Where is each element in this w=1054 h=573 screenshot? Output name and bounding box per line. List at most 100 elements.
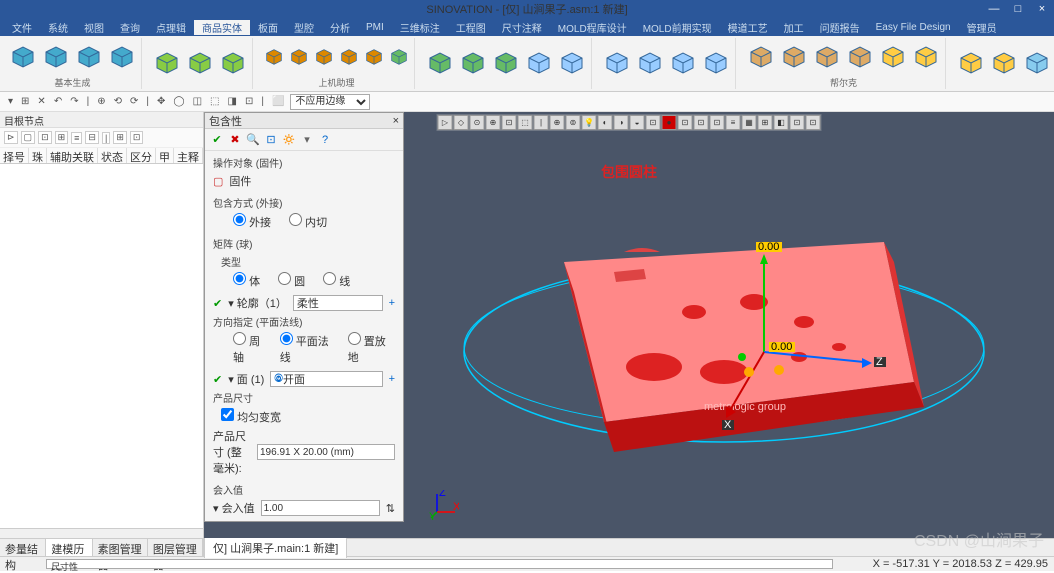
vp-tb-18[interactable]: ≡ [726,115,741,130]
vp-tb-14[interactable]: ● [662,115,677,130]
ribbon-btn-3-0[interactable] [425,48,455,78]
tb2-btn-9[interactable]: | [144,96,151,107]
doc-tab-active[interactable]: 仅] 山涧果子.main:1 新建] [204,537,347,558]
model-view[interactable]: metrologic group 0.00 0.00 X Z [444,192,1004,472]
tb2-btn-8[interactable]: ⟳ [128,96,140,107]
tb2-btn-16[interactable]: | [259,96,266,107]
ribbon-btn-3-3[interactable] [524,48,554,78]
ribbon-btn-5-5[interactable] [911,42,941,72]
ribbon-btn-0-3[interactable] [107,42,137,72]
prop-tb-4[interactable]: 🔅 [281,132,297,148]
ribbon-btn-0-1[interactable] [41,42,71,72]
tb2-btn-11[interactable]: ◯ [171,96,186,107]
left-tb-3[interactable]: ⊞ [55,131,69,144]
left-col-2[interactable]: 辅助关联 [47,148,98,163]
radio-axis[interactable]: 周轴 [233,332,270,365]
menu-13[interactable]: MOLD程库设计 [550,20,635,35]
profile-field[interactable]: 柔性 [293,295,383,311]
vp-tb-4[interactable]: ⊡ [502,115,517,130]
tb2-btn-3[interactable]: ↶ [52,96,64,107]
left-tb-0[interactable]: ⊳ [4,131,18,144]
vp-tb-12[interactable]: ◒ [630,115,645,130]
menu-15[interactable]: 模道工艺 [720,20,776,35]
add-icon[interactable]: + [389,297,395,309]
menu-12[interactable]: 尺寸注释 [494,20,550,35]
ribbon-btn-5-3[interactable] [845,42,875,72]
ribbon-btn-2-4[interactable] [363,46,385,68]
ribbon-btn-6-2[interactable] [1022,48,1052,78]
menu-17[interactable]: 问题报告 [812,20,868,35]
vp-tb-9[interactable]: 💡 [582,115,597,130]
maximize-button[interactable]: □ [1006,3,1030,15]
tb2-btn-15[interactable]: ⊡ [243,96,255,107]
radio-circle[interactable]: 圆 [278,272,305,289]
ribbon-btn-4-3[interactable] [701,48,731,78]
tb2-btn-17[interactable]: ⬜ [270,96,286,107]
radio-line[interactable]: 线 [323,272,350,289]
menu-6[interactable]: 板面 [250,20,286,35]
vp-tb-3[interactable]: ⊕ [486,115,501,130]
ribbon-btn-2-3[interactable] [338,46,360,68]
left-tb-6[interactable]: | [102,132,110,144]
radio-body[interactable]: 体 [233,272,260,289]
vp-tb-21[interactable]: ◧ [774,115,789,130]
ribbon-btn-5-4[interactable] [878,42,908,72]
ribbon-btn-3-1[interactable] [458,48,488,78]
ribbon-btn-0-0[interactable] [8,42,38,72]
ribbon-btn-6-1[interactable] [989,48,1019,78]
vp-tb-20[interactable]: ⊞ [758,115,773,130]
target-item[interactable]: 固件 [229,173,251,189]
vp-tb-2[interactable]: ⊙ [470,115,485,130]
minimize-button[interactable]: — [982,3,1006,15]
radio-inner[interactable]: 内切 [289,213,327,230]
vp-tb-22[interactable]: ⊡ [790,115,805,130]
menu-14[interactable]: MOLD前期实现 [635,20,720,35]
left-col-0[interactable]: 择号 [0,148,29,163]
menu-4[interactable]: 点理辑 [148,20,194,35]
menu-10[interactable]: 三维标注 [392,20,448,35]
radio-place[interactable]: 置放地 [348,332,395,365]
tb2-btn-12[interactable]: ◫ [191,96,204,107]
left-tb-7[interactable]: ⊞ [113,131,127,144]
menu-7[interactable]: 型腔 [286,20,322,35]
left-col-5[interactable]: 甲 [156,148,174,163]
edge-mode-select[interactable]: 不应用边缘 [290,94,370,110]
ribbon-btn-4-2[interactable] [668,48,698,78]
vp-tb-6[interactable]: | [534,115,549,130]
ribbon-btn-1-1[interactable] [185,48,215,78]
tb2-btn-5[interactable]: | [85,96,92,107]
close-button[interactable]: × [1030,3,1054,15]
prop-tb-5[interactable]: ▾ [299,132,315,148]
vp-tb-16[interactable]: ⊡ [694,115,709,130]
menu-1[interactable]: 系统 [40,20,76,35]
vp-tb-23[interactable]: ⊡ [806,115,821,130]
ribbon-btn-6-0[interactable] [956,48,986,78]
radio-outer[interactable]: 外接 [233,213,271,230]
vp-tb-8[interactable]: ⊚ [566,115,581,130]
tb2-btn-0[interactable]: ▾ [6,96,15,107]
stepper-icon[interactable]: ⇅ [386,502,395,515]
menu-19[interactable]: 管理员 [959,20,1005,35]
vp-tb-7[interactable]: ⊕ [550,115,565,130]
left-tb-8[interactable]: ⊡ [130,131,144,144]
ribbon-btn-2-2[interactable] [313,46,335,68]
vp-tb-1[interactable]: ◇ [454,115,469,130]
vp-tb-11[interactable]: ◑ [614,115,629,130]
ribbon-btn-5-0[interactable] [746,42,776,72]
uniform-check[interactable]: 均匀变宽 [213,412,281,424]
tb2-btn-2[interactable]: ✕ [35,96,47,107]
add-icon[interactable]: + [389,373,395,385]
ribbon-btn-4-1[interactable] [635,48,665,78]
ribbon-btn-3-4[interactable] [557,48,587,78]
left-tab-2[interactable]: 素图管理器 [93,539,148,556]
left-tb-1[interactable]: ▢ [21,131,36,144]
radio-normal[interactable]: 平面法线 [280,332,338,365]
menu-11[interactable]: 工程图 [448,20,494,35]
ribbon-btn-2-5[interactable] [388,46,410,68]
tb2-btn-1[interactable]: ⊞ [19,96,31,107]
round-input[interactable] [261,500,380,516]
left-tb-4[interactable]: ≡ [71,132,82,144]
menu-9[interactable]: PMI [358,22,392,33]
ribbon-btn-2-1[interactable] [288,46,310,68]
menu-3[interactable]: 查询 [112,20,148,35]
